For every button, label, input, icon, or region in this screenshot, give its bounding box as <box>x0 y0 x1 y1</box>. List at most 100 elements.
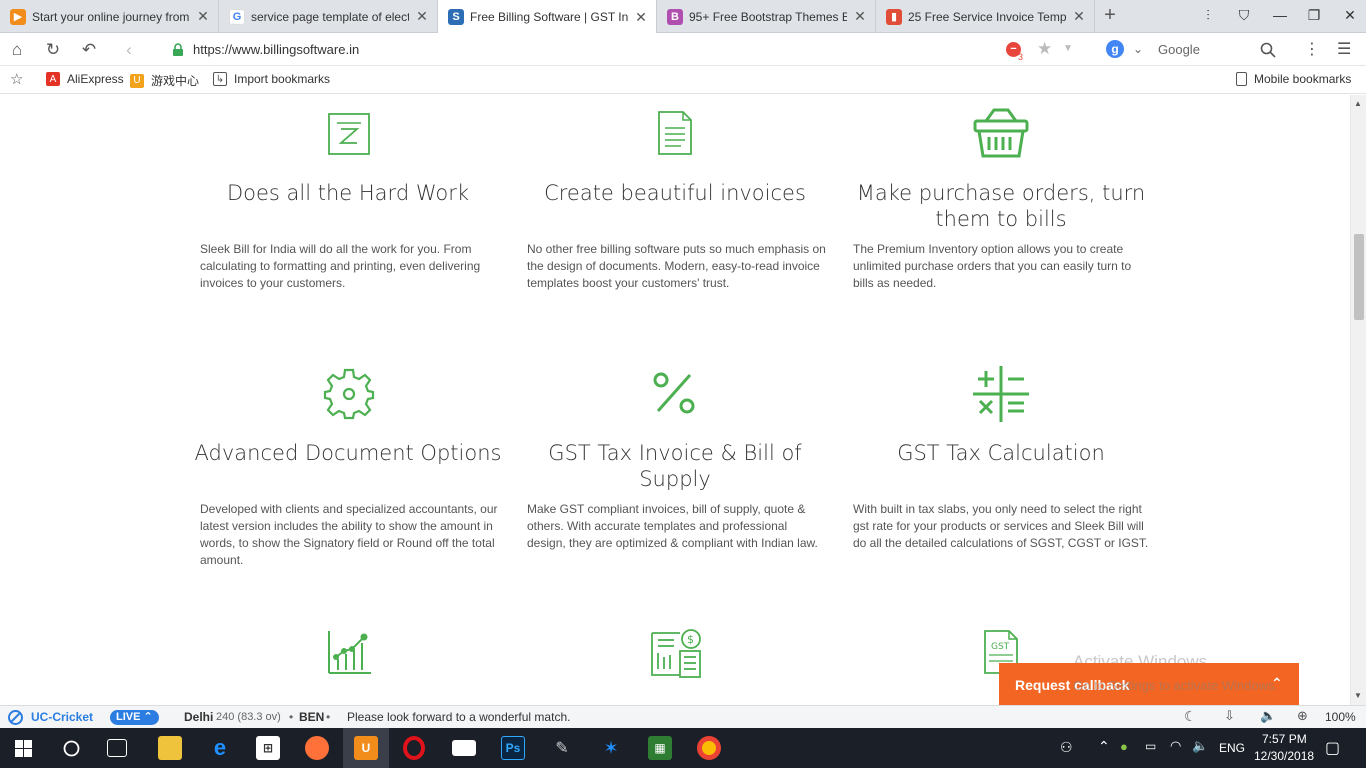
team1-score: 240 (83.3 ov) <box>216 711 281 723</box>
chevron-up-icon[interactable]: ⌃ <box>1098 738 1110 755</box>
bookmarks-bar: ☆ A AliExpress U 游戏中心 ↳ Import bookmarks… <box>0 66 1366 94</box>
document-icon <box>658 111 692 155</box>
tab-label: service page template of electr <box>251 9 409 24</box>
team2-name: BEN <box>299 710 325 724</box>
feature-title: Make purchase orders, turn them to bills <box>856 181 1146 231</box>
bookmark-aliexpress[interactable]: A AliExpress <box>46 72 124 86</box>
browser-tab-5[interactable]: ▮ 25 Free Service Invoice Templa ✕ <box>876 0 1095 33</box>
lock-icon <box>173 42 183 56</box>
import-icon: ↳ <box>213 72 227 86</box>
separator-dot: • <box>289 710 294 724</box>
browser-tab-2[interactable]: G service page template of electr ✕ <box>219 0 438 33</box>
back-icon[interactable]: ‹ <box>118 39 140 61</box>
address-bar[interactable]: https://www.billingsoftware.in <box>155 37 1085 62</box>
feature-title: Create beautiful invoices <box>544 181 806 205</box>
percent-icon <box>653 372 695 414</box>
basket-icon <box>973 108 1029 158</box>
download-icon[interactable]: ⇩ <box>1224 708 1235 724</box>
mobile-bookmarks[interactable]: Mobile bookmarks <box>1236 72 1351 86</box>
browser-tab-4[interactable]: B 95+ Free Bootstrap Themes Ex ✕ <box>657 0 876 33</box>
opera-icon[interactable] <box>403 736 425 760</box>
maximize-icon[interactable]: ❐ <box>1304 7 1324 24</box>
live-badge[interactable]: LIVE ⌃ <box>110 710 159 725</box>
mail-icon[interactable] <box>452 740 476 756</box>
spreadsheet-icon[interactable]: ▦ <box>648 736 672 760</box>
cricket-app-label[interactable]: UC-Cricket <box>31 710 93 724</box>
sleek-bill-icon: S <box>448 9 464 25</box>
battery-icon[interactable]: ▭ <box>1145 739 1156 753</box>
url-text: https://www.billingsoftware.in <box>193 42 360 57</box>
browser-status-bar: UC-Cricket LIVE ⌃ Delhi 240 (83.3 ov) • … <box>0 705 1366 728</box>
tray-app-icon[interactable]: ● <box>1120 739 1128 754</box>
accounting-sheet-icon: $ <box>651 629 701 678</box>
edge-icon[interactable]: e <box>208 735 232 760</box>
more-vertical-icon[interactable]: ⋮ <box>1304 39 1320 59</box>
minimize-icon[interactable]: — <box>1270 7 1290 23</box>
page-scrollbar[interactable]: ▲ ▼ <box>1350 95 1366 705</box>
clock-time[interactable]: 7:57 PM <box>1262 732 1307 746</box>
chevron-down-icon[interactable]: ▼ <box>1063 43 1073 54</box>
firefox-icon[interactable] <box>305 736 329 760</box>
calculator-icon <box>973 366 1029 422</box>
volume-icon[interactable]: 🔈 <box>1192 738 1208 754</box>
volume-icon[interactable]: 🔈 <box>1260 708 1276 724</box>
search-icon[interactable] <box>1260 42 1276 58</box>
zoom-icon[interactable]: ⊕ <box>1297 708 1308 724</box>
close-icon[interactable]: ✕ <box>634 9 648 26</box>
zip-file-icon <box>328 113 370 155</box>
new-tab-button[interactable]: + <box>1100 4 1120 27</box>
close-icon[interactable]: ✕ <box>415 8 429 25</box>
feature-description: Developed with clients and specialized a… <box>200 502 498 567</box>
menu-icon[interactable]: ☰ <box>1337 39 1351 59</box>
close-icon[interactable]: ✕ <box>853 8 867 25</box>
pen-tool-icon[interactable]: ✎ <box>550 736 574 760</box>
close-icon[interactable]: ✕ <box>196 8 210 25</box>
windows-start-icon[interactable] <box>15 740 32 757</box>
store-icon[interactable]: ⊞ <box>256 736 280 760</box>
chrome-icon[interactable] <box>697 736 721 760</box>
google-g-icon: G <box>229 8 245 25</box>
zoom-level[interactable]: 100% <box>1325 710 1356 724</box>
browser-tab-3-active[interactable]: S Free Billing Software | GST Inv ✕ <box>438 0 657 34</box>
feature-description: The Premium Inventory option allows you … <box>853 242 1132 290</box>
night-mode-icon[interactable]: ☾ <box>1184 708 1197 725</box>
undo-close-icon[interactable]: ↶ <box>78 39 100 61</box>
bookmark-game-center[interactable]: U 游戏中心 <box>130 72 199 89</box>
bookmark-label: 游戏中心 <box>151 74 200 88</box>
gear-icon <box>323 368 375 420</box>
bookmark-star-icon[interactable]: ☆ <box>10 70 23 88</box>
clock-date[interactable]: 12/30/2018 <box>1254 749 1314 763</box>
separator-dot: • <box>326 710 331 724</box>
tab-overview-icon[interactable]: ⫶ <box>1198 7 1218 24</box>
close-window-icon[interactable]: ✕ <box>1340 7 1360 24</box>
wifi-icon[interactable]: ◠ <box>1170 738 1181 754</box>
bookmark-import[interactable]: ↳ Import bookmarks <box>213 72 330 86</box>
file-explorer-icon[interactable] <box>158 736 182 760</box>
scrollbar-thumb[interactable] <box>1354 234 1364 320</box>
tab-label: 25 Free Service Invoice Templa <box>908 9 1066 24</box>
search-icon[interactable] <box>63 740 80 757</box>
language-indicator[interactable]: ENG <box>1219 741 1245 755</box>
scroll-up-icon[interactable]: ▲ <box>1354 99 1362 108</box>
uc-browser-icon[interactable]: U <box>354 736 378 760</box>
close-icon[interactable]: ✕ <box>1072 8 1086 25</box>
figure-icon[interactable]: ✶ <box>599 736 623 760</box>
windows-taskbar: e ⊞ U Ps ✎ ✶ ▦ ⚇ ⌃ ● ▭ ◠ 🔈 ENG 7:57 PM 1… <box>0 728 1366 768</box>
people-icon[interactable]: ⚇ <box>1060 739 1073 756</box>
photoshop-icon[interactable]: Ps <box>501 736 525 760</box>
search-engine-icon[interactable]: g <box>1106 40 1124 58</box>
task-view-icon[interactable] <box>107 739 127 757</box>
notifications-icon[interactable]: ▢ <box>1325 738 1340 758</box>
home-icon[interactable]: ⌂ <box>6 39 28 61</box>
feature-title: Does all the Hard Work <box>226 181 469 205</box>
scroll-down-icon[interactable]: ▼ <box>1354 691 1362 700</box>
chevron-down-icon[interactable]: ⌄ <box>1133 42 1143 56</box>
bookmark-star-icon[interactable]: ★ <box>1037 39 1052 59</box>
search-engine-label[interactable]: Google <box>1158 42 1200 57</box>
browser-tab-1[interactable]: ▶ Start your online journey from ✕ <box>0 0 219 33</box>
bookmark-label: Import bookmarks <box>234 72 331 86</box>
reload-icon[interactable]: ↻ <box>42 39 64 61</box>
chart-growth-icon <box>328 631 371 674</box>
shield-icon[interactable]: ⛉ <box>1234 7 1254 24</box>
feature-description: Sleek Bill for India will do all the wor… <box>200 242 481 290</box>
